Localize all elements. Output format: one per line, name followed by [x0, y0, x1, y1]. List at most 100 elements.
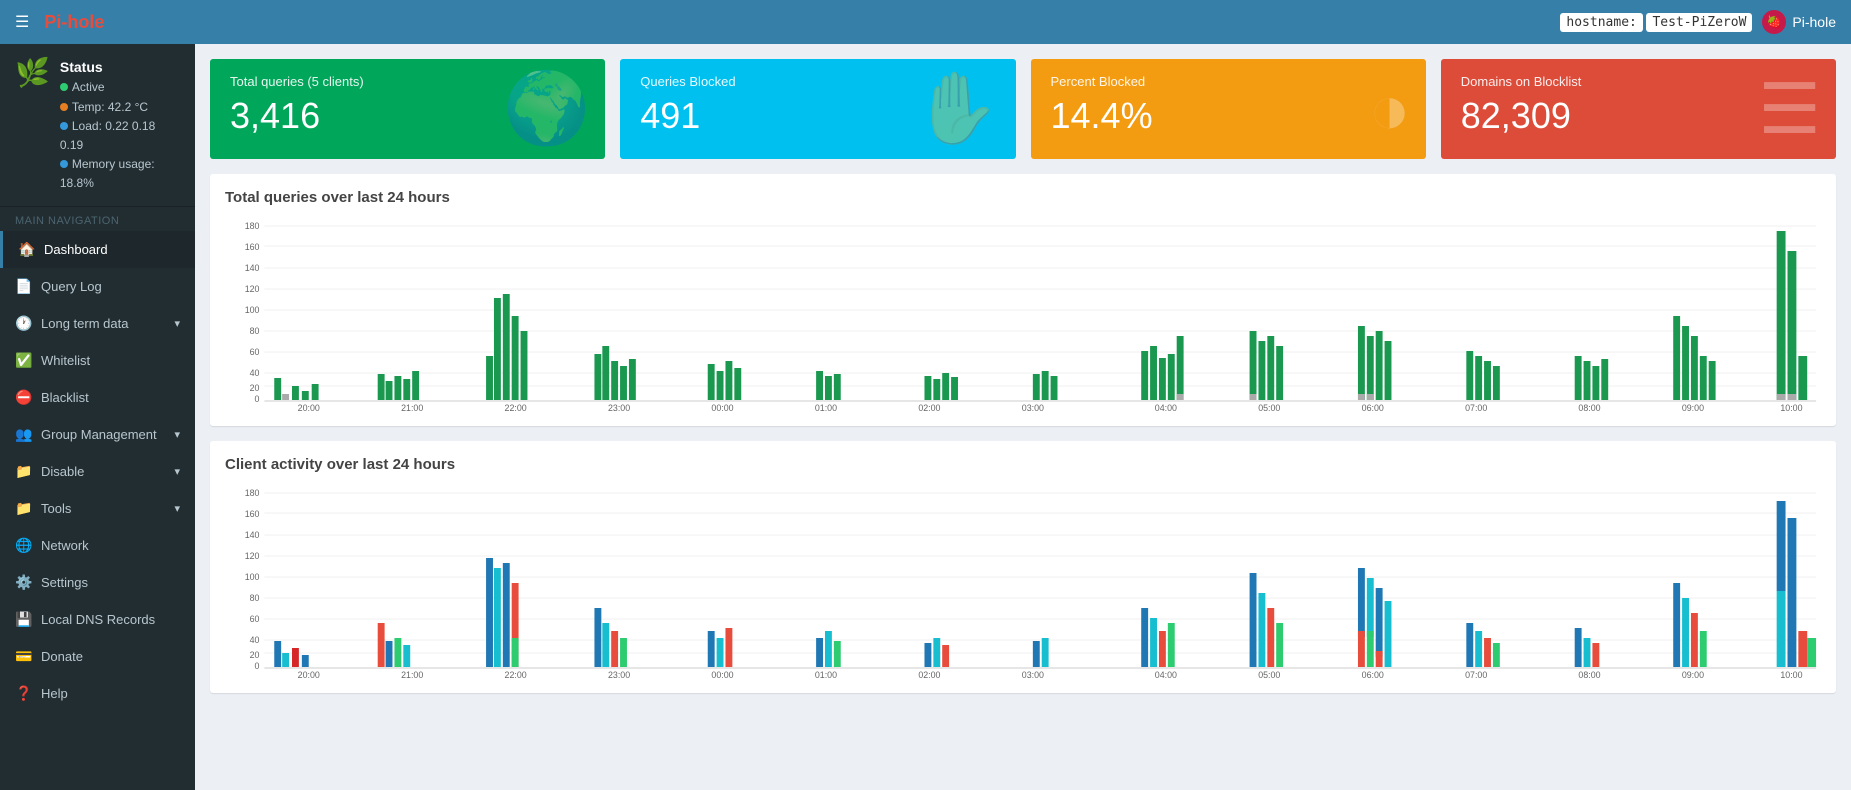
nav-long-term-label: Long term data [41, 316, 128, 331]
percent-blocked-card: Percent Blocked 14.4% ◑ [1031, 59, 1426, 159]
chevron-down-icon-4: ▾ [174, 502, 180, 515]
pihole-brand: 🍓 Pi-hole [1762, 10, 1836, 34]
svg-text:80: 80 [250, 326, 260, 336]
svg-text:20:00: 20:00 [298, 403, 320, 411]
svg-text:02:00: 02:00 [918, 670, 940, 678]
percent-blocked-value: 14.4% [1051, 94, 1406, 137]
svg-text:22:00: 22:00 [505, 403, 527, 411]
check-icon: ✅ [15, 352, 31, 369]
load-dot [60, 122, 68, 130]
svg-text:180: 180 [245, 488, 260, 498]
svg-text:06:00: 06:00 [1362, 670, 1384, 678]
hand-icon: ✋ [913, 68, 1000, 150]
status-title: Status [60, 56, 180, 78]
status-active: Active [72, 80, 105, 94]
nav-local-dns-label: Local DNS Records [41, 612, 155, 627]
status-memory: Memory usage: 18.8% [60, 157, 155, 190]
svg-text:23:00: 23:00 [608, 403, 630, 411]
svg-text:07:00: 07:00 [1465, 403, 1487, 411]
help-icon: ❓ [15, 685, 31, 702]
svg-text:07:00: 07:00 [1465, 670, 1487, 678]
nav-disable-label: Disable [41, 464, 84, 479]
nav-header: MAIN NAVIGATION [0, 207, 195, 231]
domains-blocklist-card: Domains on Blocklist 82,309 ☰ [1441, 59, 1836, 159]
tools-icon: 📁 [15, 500, 31, 517]
nav-tools[interactable]: 📁 Tools ▾ [0, 490, 195, 527]
gear-icon: ⚙️ [15, 574, 31, 591]
nav-network-label: Network [41, 538, 89, 553]
svg-text:00:00: 00:00 [711, 403, 733, 411]
nav-blacklist[interactable]: ⛔ Blacklist [0, 379, 195, 416]
percent-blocked-label: Percent Blocked [1051, 74, 1406, 89]
donate-icon: 💳 [15, 648, 31, 665]
status-load: Load: 0.22 0.18 0.19 [60, 119, 155, 152]
svg-text:180: 180 [245, 221, 260, 231]
file-icon: 📄 [15, 278, 31, 295]
main-content: Total queries (5 clients) 3,416 🌍 Querie… [195, 44, 1851, 790]
nav-donate[interactable]: 💳 Donate [0, 638, 195, 675]
nav-whitelist[interactable]: ✅ Whitelist [0, 342, 195, 379]
nav-dashboard-label: Dashboard [44, 242, 108, 257]
logo-bold: hole [67, 12, 104, 32]
main-layout: 🌿 Status Active Temp: 42.2 °C Load: 0.22… [0, 44, 1851, 790]
nav-long-term[interactable]: 🕐 Long term data ▾ [0, 305, 195, 342]
svg-text:01:00: 01:00 [815, 670, 837, 678]
nav-settings-label: Settings [41, 575, 88, 590]
nav-query-log[interactable]: 📄 Query Log [0, 268, 195, 305]
svg-text:21:00: 21:00 [401, 403, 423, 411]
svg-text:20: 20 [250, 650, 260, 660]
nav-query-log-label: Query Log [41, 279, 102, 294]
nav-settings[interactable]: ⚙️ Settings [0, 564, 195, 601]
svg-text:23:00: 23:00 [608, 670, 630, 678]
nav-blacklist-label: Blacklist [41, 390, 89, 405]
active-dot [60, 83, 68, 91]
svg-text:10:00: 10:00 [1780, 403, 1802, 411]
svg-text:10:00: 10:00 [1780, 670, 1802, 678]
svg-text:140: 140 [245, 263, 260, 273]
queries-chart-title: Total queries over last 24 hours [225, 189, 1821, 206]
clock-icon: 🕐 [15, 315, 31, 332]
nav-help[interactable]: ❓ Help [0, 675, 195, 712]
nav-group-mgmt[interactable]: 👥 Group Management ▾ [0, 416, 195, 453]
raspberry-icon: 🍓 [1762, 10, 1786, 34]
chevron-down-icon-2: ▾ [174, 428, 180, 441]
svg-text:40: 40 [250, 635, 260, 645]
svg-text:06:00: 06:00 [1362, 403, 1384, 411]
svg-text:08:00: 08:00 [1578, 670, 1600, 678]
svg-text:0: 0 [255, 661, 260, 671]
svg-text:03:00: 03:00 [1022, 670, 1044, 678]
svg-text:02:00: 02:00 [918, 403, 940, 411]
svg-text:160: 160 [245, 242, 260, 252]
hamburger-menu[interactable]: ☰ [15, 12, 29, 32]
logo-text: Pi- [44, 12, 67, 32]
nav-disable[interactable]: 📁 Disable ▾ [0, 453, 195, 490]
globe-icon: 🌍 [503, 68, 590, 150]
svg-text:20: 20 [250, 383, 260, 393]
nav-local-dns[interactable]: 💾 Local DNS Records [0, 601, 195, 638]
hostname-info: hostname: Test-PiZeroW [1560, 14, 1752, 30]
block-icon: ⛔ [15, 389, 31, 406]
chevron-down-icon: ▾ [174, 317, 180, 330]
home-icon: 🏠 [18, 241, 34, 258]
svg-text:140: 140 [245, 530, 260, 540]
stat-cards: Total queries (5 clients) 3,416 🌍 Querie… [210, 59, 1836, 159]
svg-text:40: 40 [250, 368, 260, 378]
svg-text:03:00: 03:00 [1022, 403, 1044, 411]
svg-text:120: 120 [245, 551, 260, 561]
nav-dashboard[interactable]: 🏠 Dashboard [0, 231, 195, 268]
nav-network[interactable]: 🌐 Network [0, 527, 195, 564]
dns-icon: 💾 [15, 611, 31, 628]
svg-text:08:00: 08:00 [1578, 403, 1600, 411]
svg-text:60: 60 [250, 614, 260, 624]
group-icon: 👥 [15, 426, 31, 443]
svg-text:05:00: 05:00 [1258, 403, 1280, 411]
svg-text:04:00: 04:00 [1155, 403, 1177, 411]
network-icon: 🌐 [15, 537, 31, 554]
total-queries-card: Total queries (5 clients) 3,416 🌍 [210, 59, 605, 159]
app-logo: Pi-hole [44, 12, 104, 33]
svg-text:80: 80 [250, 593, 260, 603]
pie-chart-icon: ◑ [1368, 69, 1410, 149]
svg-text:05:00: 05:00 [1258, 670, 1280, 678]
folder-icon: 📁 [15, 463, 31, 480]
clients-chart-title: Client activity over last 24 hours [225, 456, 1821, 473]
